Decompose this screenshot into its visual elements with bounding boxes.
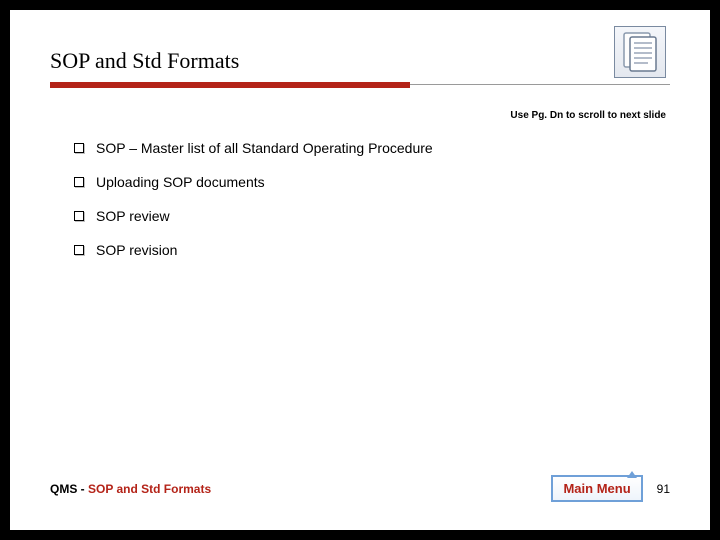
divider-grey	[410, 84, 670, 85]
checkbox-icon	[74, 177, 84, 187]
checkbox-icon	[74, 143, 84, 153]
list-item: Uploading SOP documents	[74, 174, 654, 190]
footer-right: Main Menu 91	[551, 475, 670, 502]
footer-separator: -	[77, 482, 88, 496]
footer-prefix: QMS	[50, 482, 77, 496]
list-item-label: SOP – Master list of all Standard Operat…	[96, 140, 433, 156]
list-item: SOP review	[74, 208, 654, 224]
page-title: SOP and Std Formats	[50, 48, 670, 74]
slide: SOP and Std Formats Use Pg. Dn to scroll…	[10, 10, 710, 530]
footer: QMS - SOP and Std Formats Main Menu 91	[50, 475, 670, 502]
main-menu-label: Main Menu	[563, 481, 630, 496]
divider-red	[50, 82, 410, 88]
list-item-label: Uploading SOP documents	[96, 174, 265, 190]
scroll-hint: Use Pg. Dn to scroll to next slide	[510, 110, 666, 121]
list-item-label: SOP review	[96, 208, 170, 224]
header: SOP and Std Formats	[50, 48, 670, 80]
checkbox-icon	[74, 245, 84, 255]
page-number: 91	[657, 482, 670, 496]
list-item: SOP – Master list of all Standard Operat…	[74, 140, 654, 156]
main-menu-button[interactable]: Main Menu	[551, 475, 642, 502]
arrow-up-icon	[627, 471, 637, 478]
footer-section: SOP and Std Formats	[88, 482, 211, 496]
list-item-label: SOP revision	[96, 242, 177, 258]
footer-breadcrumb: QMS - SOP and Std Formats	[50, 482, 211, 496]
list-item: SOP revision	[74, 242, 654, 258]
bullet-list: SOP – Master list of all Standard Operat…	[74, 140, 654, 276]
checkbox-icon	[74, 211, 84, 221]
